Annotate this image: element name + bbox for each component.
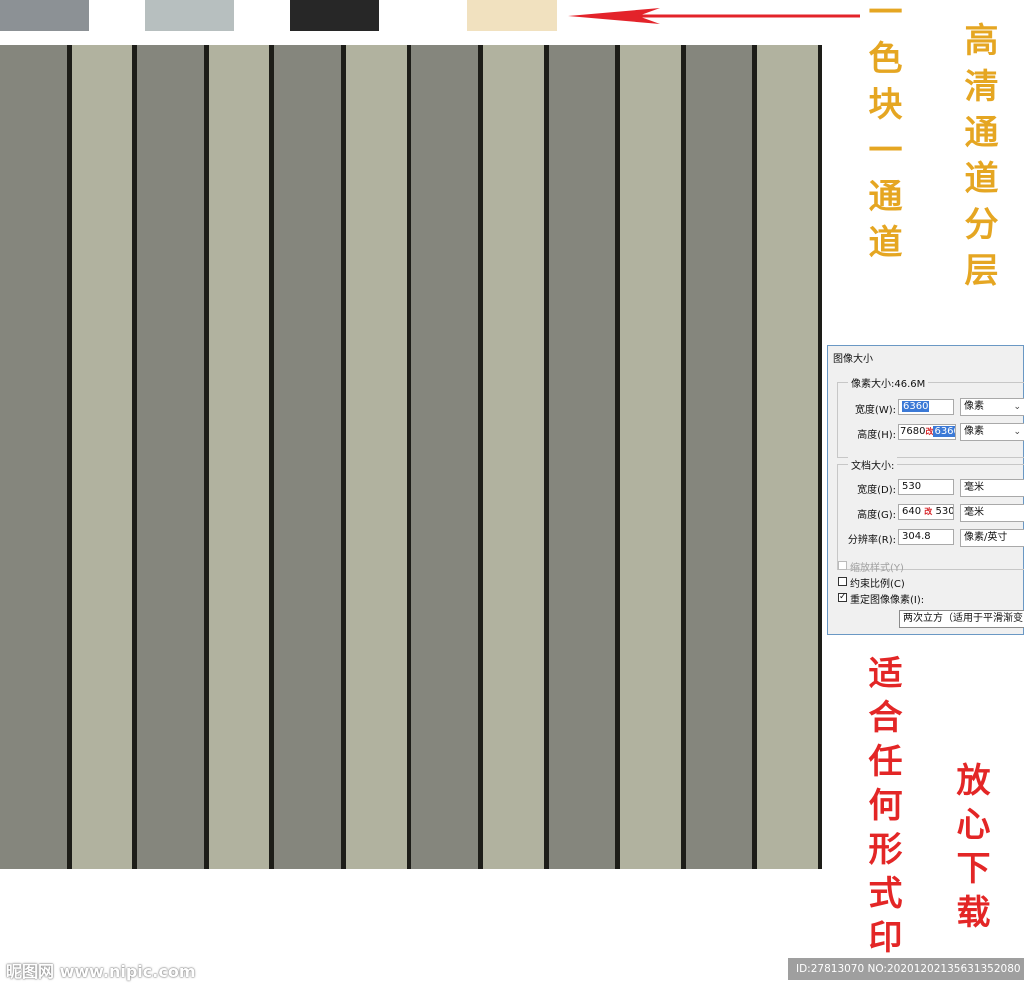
resample-label: 重定图像像素(I): xyxy=(850,595,925,606)
stripe-dark xyxy=(548,45,616,869)
resample-method-select[interactable]: 两次立方（适用于平滑渐变 xyxy=(899,610,1024,628)
height-unit: 像素 xyxy=(964,426,984,437)
width-label: 宽度(W): xyxy=(854,405,896,416)
gray-swatch xyxy=(0,0,89,31)
black-swatch xyxy=(290,0,379,31)
document-size-label: 文档大小: xyxy=(848,457,898,472)
scale-styles-checkbox[interactable] xyxy=(838,561,847,570)
width-input[interactable]: 6360 xyxy=(898,399,954,415)
stripe-light xyxy=(483,45,544,869)
width-unit-select[interactable]: 像素 ⌄ xyxy=(960,398,1024,416)
pixel-size-group xyxy=(837,382,1024,458)
height-value-old: 7680 xyxy=(900,426,926,437)
stripe-light xyxy=(208,45,270,869)
doc-height-label: 高度(G): xyxy=(857,510,896,521)
stripe-divider xyxy=(817,45,822,869)
arrow-left-icon xyxy=(568,8,860,24)
image-size-dialog: 图像大小 像素大小:46.6M 宽度(W): 6360 像素 ⌄ 高度(H): 7… xyxy=(827,345,1024,635)
height-unit-select[interactable]: 像素 ⌄ xyxy=(960,423,1024,441)
stripe-dark xyxy=(685,45,753,869)
doc-height-input[interactable]: 640 改 530 xyxy=(898,504,954,520)
stripe-light xyxy=(620,45,681,869)
annotation-safe-download: 放心下载 xyxy=(950,762,990,938)
resolution-input[interactable]: 304.8 xyxy=(898,529,954,545)
doc-width-unit: 毫米 xyxy=(964,482,984,493)
beige-swatch xyxy=(467,0,557,31)
scale-styles-label: 缩放样式(Y) xyxy=(850,563,904,574)
resample-checkbox[interactable]: ✓ xyxy=(838,593,847,602)
constrain-proportions-checkbox[interactable] xyxy=(838,577,847,586)
site-watermark: 昵图网 www.nipic.com xyxy=(6,962,196,981)
width-unit: 像素 xyxy=(964,401,984,412)
stripe-light xyxy=(71,45,133,869)
doc-width-value: 530 xyxy=(902,481,922,492)
resample-method: 两次立方（适用于平滑渐变 xyxy=(903,613,1023,624)
height-value-new: 6360 xyxy=(933,426,955,437)
height-input[interactable]: 7680改6360 xyxy=(898,424,956,440)
stripe-dark xyxy=(411,45,479,869)
stripe-dark xyxy=(137,45,204,869)
chevron-down-icon: ⌄ xyxy=(1013,427,1021,437)
resolution-label: 分辨率(R): xyxy=(847,535,896,546)
light-gray-swatch xyxy=(145,0,234,31)
resolution-unit: 像素/英寸 xyxy=(964,532,1008,543)
annotation-hd-channel-layers: 高清通道分层 xyxy=(958,22,998,298)
stripe-dark xyxy=(0,45,67,869)
resolution-unit-select[interactable]: 像素/英寸 xyxy=(960,529,1024,547)
stripe-light xyxy=(757,45,818,869)
height-label: 高度(H): xyxy=(857,430,896,441)
annotation-suitable-any-print: 适合任何形式印 xyxy=(862,655,902,963)
doc-height-value-new: 530 xyxy=(935,506,954,517)
chevron-down-icon: ⌄ xyxy=(1013,402,1021,412)
pixel-size-label: 像素大小:46.6M xyxy=(848,375,929,390)
resolution-value: 304.8 xyxy=(902,531,931,542)
doc-width-unit-select[interactable]: 毫米 xyxy=(960,479,1024,497)
doc-width-label: 宽度(D): xyxy=(857,485,896,496)
doc-width-input[interactable]: 530 xyxy=(898,479,954,495)
constrain-proportions-label: 约束比例(C) xyxy=(850,579,905,590)
doc-height-unit: 毫米 xyxy=(964,507,984,518)
annotation-one-swatch-one-channel: 一色块一通道 xyxy=(862,0,902,270)
doc-height-value-old: 640 xyxy=(902,506,922,517)
stripe-dark xyxy=(274,45,341,869)
id-watermark: ID:27813070 NO:20201202135631352080 xyxy=(788,958,1024,980)
stripe-pattern xyxy=(0,45,822,869)
width-value: 6360 xyxy=(902,401,930,412)
doc-height-change-mark: 改 xyxy=(924,507,933,516)
dialog-title: 图像大小 xyxy=(833,354,873,365)
stripe-light xyxy=(345,45,407,869)
doc-height-unit-select[interactable]: 毫米 xyxy=(960,504,1024,522)
